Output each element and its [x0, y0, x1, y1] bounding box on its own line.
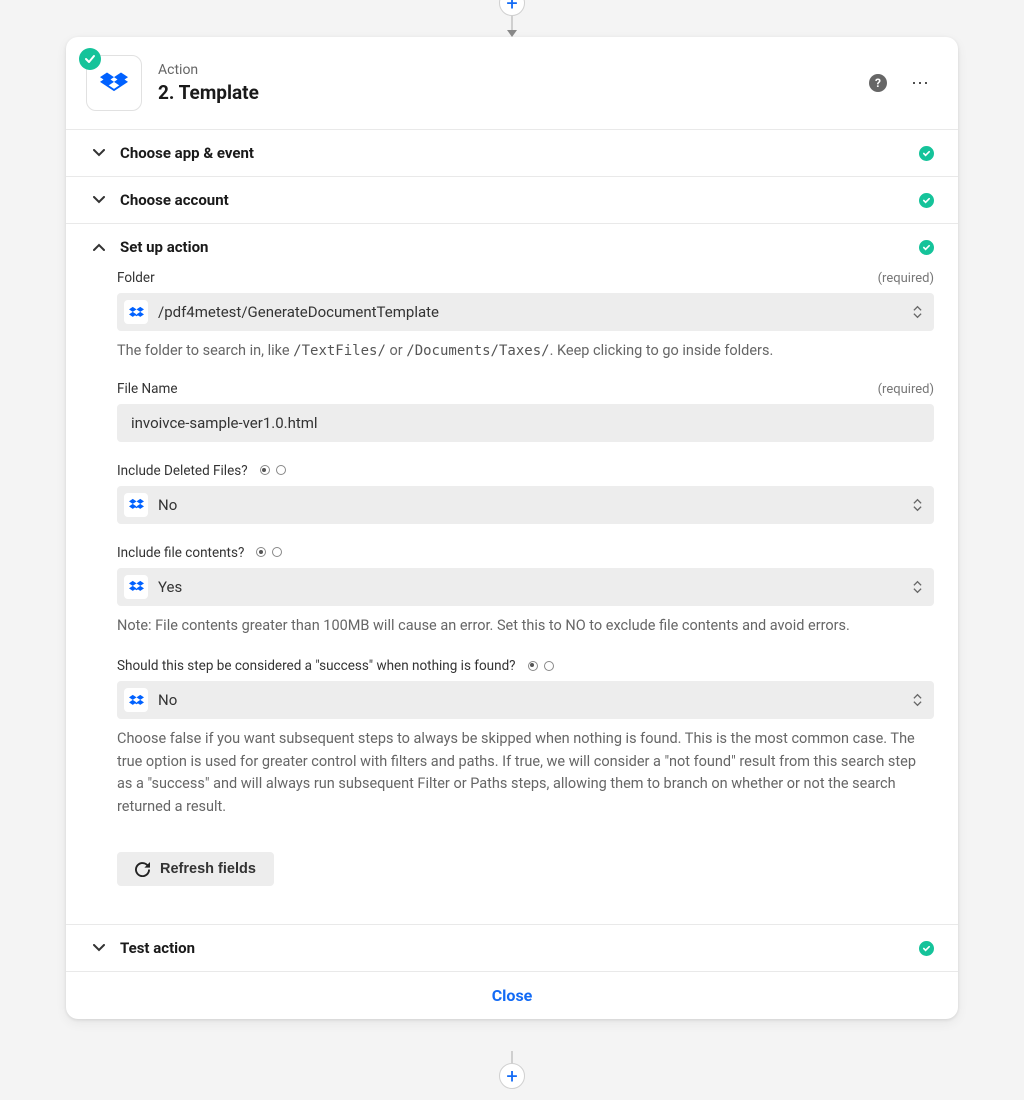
folder-select[interactable]: /pdf4metest/GenerateDocumentTemplate [117, 293, 934, 331]
card-header: Action 2. Template ? ⋯ [66, 37, 958, 129]
chevron-up-icon [90, 243, 108, 251]
action-step-card: Action 2. Template ? ⋯ Choose app & even… [66, 37, 958, 1019]
include-contents-select[interactable]: Yes [117, 568, 934, 606]
field-include-contents: Include file contents? Yes [117, 542, 934, 637]
refresh-label: Refresh fields [160, 861, 256, 877]
radio-group[interactable] [256, 547, 282, 557]
arrow-down-icon [507, 30, 517, 37]
section-setup-header[interactable]: Set up action [90, 238, 934, 256]
dropbox-icon [124, 493, 148, 517]
required-label: (required) [878, 271, 934, 286]
success-select[interactable]: No [117, 681, 934, 719]
section-label: Set up action [120, 238, 919, 256]
form-area: Folder (required) /pdf4metest/GenerateDo… [90, 270, 934, 924]
section-complete-icon [919, 146, 934, 161]
field-include-deleted: Include Deleted Files? No [117, 460, 934, 524]
refresh-fields-button[interactable]: Refresh fields [117, 852, 274, 886]
radio-option[interactable] [276, 465, 286, 475]
file-name-input[interactable]: invoivce-sample-ver1.0.html [117, 404, 934, 442]
add-step-bottom-button[interactable]: + [499, 1063, 525, 1089]
dropbox-icon [124, 575, 148, 599]
radio-option[interactable] [256, 547, 266, 557]
section-test-action[interactable]: Test action [66, 924, 958, 971]
folder-value: /pdf4metest/GenerateDocumentTemplate [158, 303, 922, 321]
section-setup-action: Set up action Folder (required) /pdf4met… [66, 223, 958, 924]
radio-option[interactable] [272, 547, 282, 557]
section-complete-icon [919, 193, 934, 208]
radio-group[interactable] [528, 661, 554, 671]
file-name-value: invoivce-sample-ver1.0.html [131, 414, 318, 432]
section-complete-icon [919, 941, 934, 956]
section-complete-icon [919, 240, 934, 255]
dropbox-icon [124, 300, 148, 324]
chevron-down-icon [90, 944, 108, 952]
select-value: No [158, 691, 922, 709]
refresh-icon [135, 862, 150, 877]
radio-group[interactable] [260, 465, 286, 475]
app-icon [86, 55, 142, 111]
close-button[interactable]: Close [66, 971, 958, 1019]
step-title: 2. Template [158, 81, 869, 104]
select-value: Yes [158, 578, 922, 596]
step-type-label: Action [158, 62, 869, 78]
field-label: Should this step be considered a "succes… [117, 658, 516, 674]
title-group: Action 2. Template [158, 62, 869, 104]
field-folder: Folder (required) /pdf4metest/GenerateDo… [117, 270, 934, 363]
radio-option[interactable] [260, 465, 270, 475]
dropbox-icon [100, 69, 128, 97]
chevron-down-icon [90, 196, 108, 204]
section-choose-account[interactable]: Choose account [66, 176, 958, 223]
field-help-text: Choose false if you want subsequent step… [117, 728, 934, 818]
help-icon[interactable]: ? [869, 74, 887, 92]
field-file-name: File Name (required) invoivce-sample-ver… [117, 381, 934, 442]
sort-arrows-icon [913, 694, 922, 707]
dropbox-icon [124, 688, 148, 712]
field-help-text: Note: File contents greater than 100MB w… [117, 615, 934, 637]
required-label: (required) [878, 382, 934, 397]
radio-option[interactable] [528, 661, 538, 671]
section-label: Choose account [120, 191, 919, 209]
sort-arrows-icon [913, 498, 922, 511]
section-label: Choose app & event [120, 144, 919, 162]
sort-arrows-icon [913, 306, 922, 319]
field-label: File Name [117, 381, 178, 397]
radio-option[interactable] [544, 661, 554, 671]
sort-arrows-icon [913, 580, 922, 593]
field-help-text: The folder to search in, like /TextFiles… [117, 340, 934, 363]
section-label: Test action [120, 939, 919, 957]
include-deleted-select[interactable]: No [117, 486, 934, 524]
field-label: Folder [117, 270, 155, 286]
field-success-nothing-found: Should this step be considered a "succes… [117, 655, 934, 818]
field-label: Include file contents? [117, 545, 244, 561]
select-value: No [158, 496, 922, 514]
section-choose-app-event[interactable]: Choose app & event [66, 129, 958, 176]
add-step-top-button[interactable]: + [499, 0, 525, 16]
chevron-down-icon [90, 149, 108, 157]
field-label: Include Deleted Files? [117, 463, 248, 479]
status-check-badge [79, 48, 101, 70]
more-menu-icon[interactable]: ⋯ [911, 79, 930, 88]
